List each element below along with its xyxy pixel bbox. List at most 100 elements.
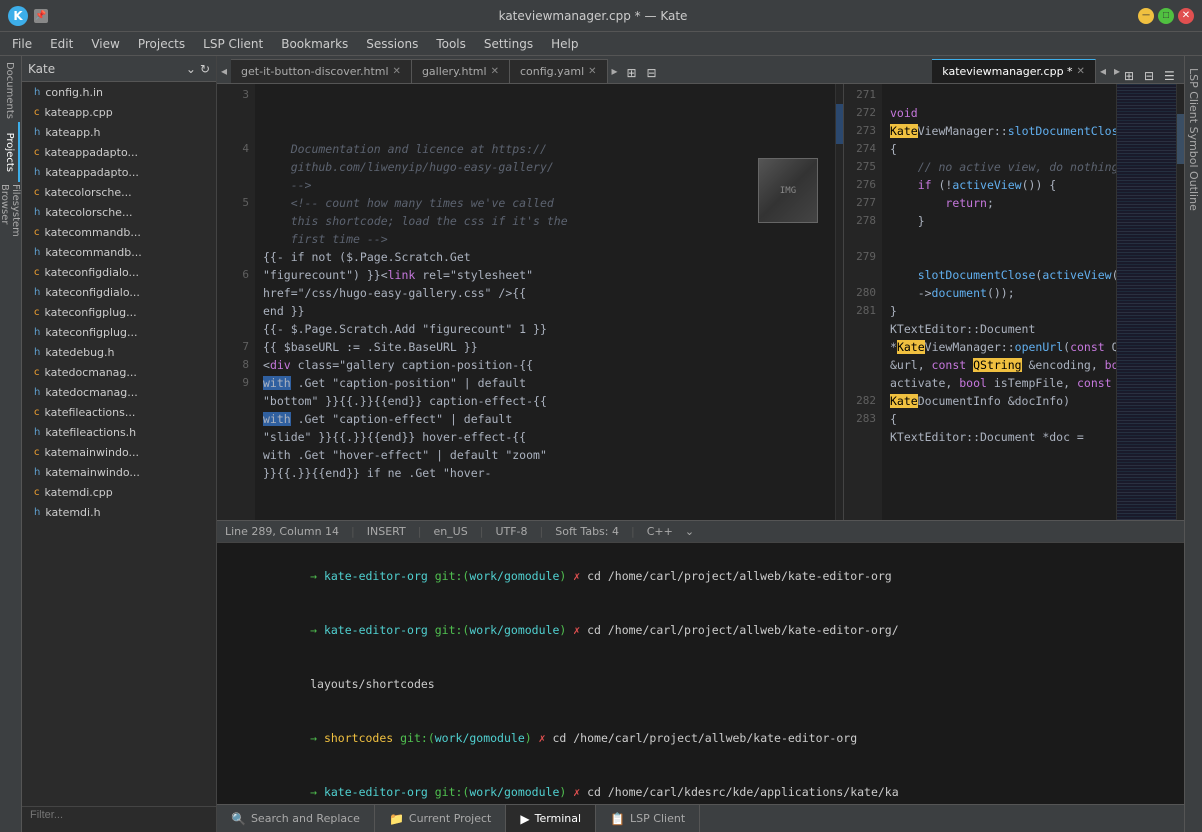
file-item[interactable]: ckateconfigplug... bbox=[22, 302, 216, 322]
sidebar-item-filesystem[interactable]: Filesystem Browser bbox=[2, 184, 20, 244]
file-item[interactable]: hkatedocmanag... bbox=[22, 382, 216, 402]
tab-label: kateviewmanager.cpp * bbox=[942, 65, 1072, 78]
filter-input-field[interactable] bbox=[30, 809, 208, 821]
menu-settings[interactable]: Settings bbox=[476, 35, 541, 53]
scrollbar-left[interactable] bbox=[835, 84, 843, 520]
file-item[interactable]: ckateapp.cpp bbox=[22, 102, 216, 122]
tab-split-icon[interactable]: ⊟ bbox=[642, 63, 662, 83]
file-item[interactable]: hkateconfigplug... bbox=[22, 322, 216, 342]
file-item[interactable]: hkatecommandb... bbox=[22, 242, 216, 262]
tab-close-icon[interactable]: ✕ bbox=[588, 66, 596, 77]
left-sidebar: Documents Projects Filesystem Browser bbox=[0, 56, 22, 832]
file-item[interactable]: ckatecommandb... bbox=[22, 222, 216, 242]
tab-terminal[interactable]: ▶ Terminal bbox=[506, 805, 596, 832]
file-type-icon: c bbox=[34, 447, 40, 458]
menu-help[interactable]: Help bbox=[543, 35, 586, 53]
menu-file[interactable]: File bbox=[4, 35, 40, 53]
file-item[interactable]: hkatefileactions.h bbox=[22, 422, 216, 442]
file-name: katemainwindo... bbox=[45, 466, 140, 479]
file-name: config.h.in bbox=[45, 86, 103, 99]
tab-prev-button[interactable]: ◂ bbox=[217, 59, 231, 83]
file-name: kateconfigdialo... bbox=[45, 266, 140, 279]
file-item[interactable]: ckatedocmanag... bbox=[22, 362, 216, 382]
tab-close-icon[interactable]: ✕ bbox=[393, 66, 401, 77]
tab-lsp-client[interactable]: 📋 LSP Client bbox=[596, 805, 700, 832]
sidebar-item-projects[interactable]: Projects bbox=[2, 122, 20, 182]
file-item[interactable]: ckateappadapto... bbox=[22, 142, 216, 162]
maximize-button[interactable]: □ bbox=[1158, 8, 1174, 24]
file-name: katedocmanag... bbox=[45, 386, 137, 399]
code-content-right[interactable]: void KateViewManager::slotDocumentClose(… bbox=[882, 84, 1116, 520]
menu-sessions[interactable]: Sessions bbox=[358, 35, 426, 53]
minimize-button[interactable]: ─ bbox=[1138, 8, 1154, 24]
menu-lsp-client[interactable]: LSP Client bbox=[195, 35, 271, 53]
menubar: File Edit View Projects LSP Client Bookm… bbox=[0, 32, 1202, 56]
file-item[interactable]: h config.h.in bbox=[22, 82, 216, 102]
filter-area bbox=[22, 806, 216, 832]
file-type-icon: h bbox=[34, 347, 40, 358]
file-type-icon: h bbox=[34, 87, 40, 98]
file-item[interactable]: ckatecolorsche... bbox=[22, 182, 216, 202]
tab-config-yaml[interactable]: config.yaml ✕ bbox=[510, 59, 608, 83]
file-item[interactable]: hkateconfigdialo... bbox=[22, 282, 216, 302]
status-syntax-arrow[interactable]: ⌄ bbox=[685, 525, 694, 538]
tab-bar: ◂ get-it-button-discover.html ✕ gallery.… bbox=[217, 56, 1184, 84]
file-item[interactable]: ckatefileactions... bbox=[22, 402, 216, 422]
tab-right-next[interactable]: ▸ bbox=[1110, 59, 1124, 83]
menu-bookmarks[interactable]: Bookmarks bbox=[273, 35, 356, 53]
close-button[interactable]: ✕ bbox=[1178, 8, 1194, 24]
terminal-content[interactable]: → kate-editor-org git:(work/gomodule) ✗ … bbox=[217, 543, 1184, 804]
file-type-icon: h bbox=[34, 247, 40, 258]
term-line-2b: layouts/shortcodes bbox=[227, 657, 1174, 711]
sidebar-item-documents[interactable]: Documents bbox=[2, 60, 20, 120]
file-item[interactable]: hkatecolorsche... bbox=[22, 202, 216, 222]
status-bar: Line 289, Column 14 | INSERT | en_US | U… bbox=[217, 520, 1184, 542]
scrollbar-right[interactable] bbox=[1176, 84, 1184, 520]
file-panel-refresh[interactable]: ↻ bbox=[200, 62, 210, 76]
tab-next-button[interactable]: ▸ bbox=[608, 59, 622, 83]
editor-pane-left[interactable]: 3 4 5 6 bbox=[217, 84, 844, 520]
file-item[interactable]: ckateconfigdialo... bbox=[22, 262, 216, 282]
menu-projects[interactable]: Projects bbox=[130, 35, 193, 53]
file-type-icon: c bbox=[34, 407, 40, 418]
tab-get-it-button[interactable]: get-it-button-discover.html ✕ bbox=[231, 59, 412, 83]
file-item[interactable]: hkatemainwindo... bbox=[22, 462, 216, 482]
tab-close-icon[interactable]: ✕ bbox=[491, 66, 499, 77]
line-numbers-right: 271 272 273 274 275 276 277 278 279 280 bbox=[844, 84, 882, 520]
file-type-icon: h bbox=[34, 167, 40, 178]
menu-view[interactable]: View bbox=[83, 35, 127, 53]
pin-icon[interactable]: 📌 bbox=[34, 9, 48, 23]
file-item[interactable]: hkatedebug.h bbox=[22, 342, 216, 362]
file-item[interactable]: hkateapp.h bbox=[22, 122, 216, 142]
status-indent[interactable]: Soft Tabs: 4 bbox=[555, 525, 619, 538]
tab-right-split[interactable]: ⊟ bbox=[1144, 69, 1164, 83]
code-area-right[interactable]: 271 272 273 274 275 276 277 278 279 280 bbox=[844, 84, 1184, 520]
tab-kateviewmanager[interactable]: kateviewmanager.cpp * ✕ bbox=[932, 59, 1096, 83]
tab-current-project[interactable]: 📁 Current Project bbox=[375, 805, 506, 832]
file-panel-expand[interactable]: ⌄ bbox=[186, 62, 196, 76]
tab-right-prev[interactable]: ◂ bbox=[1096, 59, 1110, 83]
tab-right-new[interactable]: ⊞ bbox=[1124, 69, 1144, 83]
tab-search-replace[interactable]: 🔍 Search and Replace bbox=[217, 805, 375, 832]
code-content-left[interactable]: Documentation and licence at https:// gi… bbox=[255, 84, 835, 520]
file-type-icon: c bbox=[34, 487, 40, 498]
app-icon: K bbox=[8, 6, 28, 26]
bottom-panel: → kate-editor-org git:(work/gomodule) ✗ … bbox=[217, 542, 1184, 832]
menu-tools[interactable]: Tools bbox=[428, 35, 474, 53]
file-item[interactable]: ckatemainwindo... bbox=[22, 442, 216, 462]
term-line-4: → kate-editor-org git:(work/gomodule) ✗ … bbox=[227, 765, 1174, 804]
file-item[interactable]: hkatemdi.h bbox=[22, 502, 216, 522]
file-item[interactable]: hkateappadapto... bbox=[22, 162, 216, 182]
menu-edit[interactable]: Edit bbox=[42, 35, 81, 53]
tab-gallery[interactable]: gallery.html ✕ bbox=[412, 59, 510, 83]
code-area-left[interactable]: 3 4 5 6 bbox=[217, 84, 843, 520]
sidebar-lsp-outline[interactable]: LSP Client Symbol Outline bbox=[1185, 60, 1202, 219]
tab-close-icon[interactable]: ✕ bbox=[1077, 66, 1085, 77]
file-type-icon: c bbox=[34, 107, 40, 118]
editor-pane-right[interactable]: 271 272 273 274 275 276 277 278 279 280 bbox=[844, 84, 1184, 520]
status-syntax[interactable]: C++ bbox=[647, 525, 673, 538]
file-item[interactable]: ckatemdi.cpp bbox=[22, 482, 216, 502]
tab-right-menu[interactable]: ☰ bbox=[1164, 69, 1184, 83]
tab-new-window-icon[interactable]: ⊞ bbox=[622, 63, 642, 83]
titlebar-left: K 📌 bbox=[8, 6, 48, 26]
